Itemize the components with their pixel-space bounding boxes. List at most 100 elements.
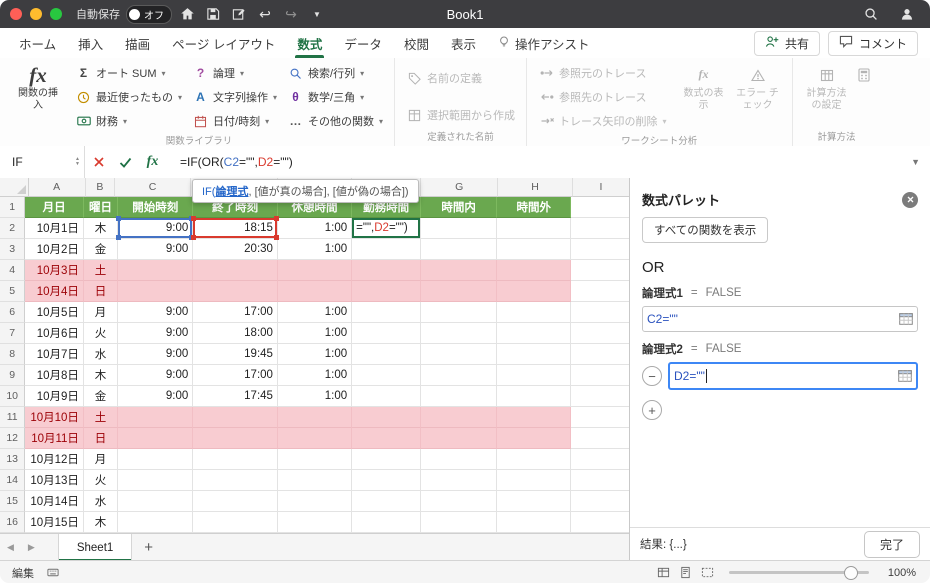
add-argument-button[interactable]: + xyxy=(642,400,662,420)
tab-draw[interactable]: 描画 xyxy=(114,28,161,58)
autosave-toggle[interactable]: オフ xyxy=(126,4,172,24)
cell-H12[interactable] xyxy=(497,428,572,449)
share-button[interactable]: 共有 xyxy=(753,30,820,56)
cell-D16[interactable] xyxy=(193,512,278,533)
cell-B9[interactable]: 木 xyxy=(83,365,119,386)
cell-F9[interactable] xyxy=(352,365,422,386)
enter-button[interactable] xyxy=(112,146,139,178)
close-button[interactable] xyxy=(10,8,22,20)
cell-B16[interactable]: 木 xyxy=(83,512,119,533)
cell-A8[interactable]: 10月7日 xyxy=(25,344,84,365)
cell-D7[interactable]: 18:00 xyxy=(193,323,278,344)
cell-C1[interactable]: 開始時刻 xyxy=(118,197,194,218)
cell-B5[interactable]: 日 xyxy=(83,281,119,302)
ribbon-button-trace-dependents[interactable]: 参照先のトレース xyxy=(534,85,670,109)
cell-A2[interactable]: 10月1日 xyxy=(25,218,84,239)
cell-B10[interactable]: 金 xyxy=(83,386,119,407)
ribbon-button-financial[interactable]: 財務 ▾ xyxy=(71,109,186,133)
cell-H1[interactable]: 時間外 xyxy=(497,197,572,218)
cell-C6[interactable]: 9:00 xyxy=(118,302,194,323)
cell-I3[interactable] xyxy=(571,239,630,260)
cell-B8[interactable]: 水 xyxy=(83,344,119,365)
range-handle[interactable] xyxy=(116,216,122,221)
cell-C16[interactable] xyxy=(118,512,194,533)
insert-function-icon[interactable]: fx xyxy=(139,146,166,178)
cell-G1[interactable]: 時間内 xyxy=(421,197,498,218)
cell-A7[interactable]: 10月6日 xyxy=(25,323,84,344)
row-header-7[interactable]: 7 xyxy=(0,323,26,344)
sheet-nav-right-icon[interactable]: ▶ xyxy=(21,542,42,553)
cell-I15[interactable] xyxy=(571,491,630,512)
cell-B15[interactable]: 水 xyxy=(83,491,119,512)
tab-insert[interactable]: 挿入 xyxy=(67,28,114,58)
normal-view-icon[interactable] xyxy=(657,566,670,579)
cell-I14[interactable] xyxy=(571,470,630,491)
cell-H7[interactable] xyxy=(497,323,572,344)
cell-I10[interactable] xyxy=(571,386,630,407)
row-header-16[interactable]: 16 xyxy=(0,512,26,533)
cell-G8[interactable] xyxy=(421,344,498,365)
cell-D2[interactable]: 18:15 xyxy=(191,216,279,240)
cell-C15[interactable] xyxy=(118,491,194,512)
cell-F3[interactable] xyxy=(352,239,422,260)
edit-icon[interactable] xyxy=(228,3,250,25)
cell-E16[interactable] xyxy=(277,512,353,533)
cell-H13[interactable] xyxy=(497,449,572,470)
cell-E7[interactable]: 1:00 xyxy=(277,323,353,344)
ribbon-button-create-from-selection[interactable]: 選択範囲から作成 xyxy=(402,103,519,127)
cell-I4[interactable] xyxy=(571,260,630,281)
cell-F10[interactable] xyxy=(352,386,422,407)
cell-D6[interactable]: 17:00 xyxy=(193,302,278,323)
formula-input[interactable]: =IF(OR(C2="",D2="") xyxy=(180,155,293,169)
cell-C13[interactable] xyxy=(118,449,194,470)
cell-B7[interactable]: 火 xyxy=(83,323,119,344)
comments-button[interactable]: コメント xyxy=(827,30,918,56)
cell-F14[interactable] xyxy=(352,470,422,491)
cell-E8[interactable]: 1:00 xyxy=(277,344,353,365)
cell-D8[interactable]: 19:45 xyxy=(193,344,278,365)
cell-H6[interactable] xyxy=(497,302,572,323)
cell-G6[interactable] xyxy=(421,302,498,323)
cell-A13[interactable]: 10月12日 xyxy=(25,449,84,470)
cell-B12[interactable]: 日 xyxy=(83,428,119,449)
cell-G10[interactable] xyxy=(421,386,498,407)
cell-A3[interactable]: 10月2日 xyxy=(25,239,84,260)
cell-E14[interactable] xyxy=(277,470,353,491)
cell-C4[interactable] xyxy=(118,260,194,281)
cell-C3[interactable]: 9:00 xyxy=(118,239,194,260)
ribbon-button-remove-arrows[interactable]: トレース矢印の削除 ▾ xyxy=(534,109,670,133)
cell-F2[interactable]: ="", D2 ="") xyxy=(352,218,422,239)
cell-H2[interactable] xyxy=(497,218,572,239)
cell-I16[interactable] xyxy=(571,512,630,533)
select-all-button[interactable] xyxy=(0,178,29,197)
cell-H10[interactable] xyxy=(497,386,572,407)
row-header-4[interactable]: 4 xyxy=(0,260,26,281)
range-handle[interactable] xyxy=(191,235,197,240)
range-handle[interactable] xyxy=(191,216,197,221)
cell-F12[interactable] xyxy=(352,428,422,449)
ribbon-button-calculation-options[interactable]: 計算方法の設定 xyxy=(800,61,854,111)
ribbon-button-more-functions[interactable]: … その他の関数 ▾ xyxy=(283,109,387,133)
cell-A9[interactable]: 10月8日 xyxy=(25,365,84,386)
name-box[interactable]: IF ▲ ▼ xyxy=(0,146,84,178)
cell-D9[interactable]: 17:00 xyxy=(193,365,278,386)
cell-E9[interactable]: 1:00 xyxy=(277,365,353,386)
cell-I1[interactable] xyxy=(571,197,630,218)
cell-I9[interactable] xyxy=(571,365,630,386)
cell-C7[interactable]: 9:00 xyxy=(118,323,194,344)
cell-E13[interactable] xyxy=(277,449,353,470)
insert-function-button[interactable]: fx 関数の挿入 xyxy=(11,61,65,111)
cell-G3[interactable] xyxy=(421,239,498,260)
cell-D10[interactable]: 17:45 xyxy=(193,386,278,407)
cell-G4[interactable] xyxy=(421,260,498,281)
row-header-2[interactable]: 2 xyxy=(0,218,26,239)
sheet-tab-sheet1[interactable]: Sheet1 xyxy=(57,534,133,561)
cell-I13[interactable] xyxy=(571,449,630,470)
cell-A15[interactable]: 10月14日 xyxy=(25,491,84,512)
cell-G2[interactable] xyxy=(421,218,498,239)
cell-F16[interactable] xyxy=(352,512,422,533)
row-header-8[interactable]: 8 xyxy=(0,344,26,365)
search-icon[interactable] xyxy=(860,3,882,25)
zoom-slider[interactable] xyxy=(729,566,869,580)
cell-A6[interactable]: 10月5日 xyxy=(25,302,84,323)
